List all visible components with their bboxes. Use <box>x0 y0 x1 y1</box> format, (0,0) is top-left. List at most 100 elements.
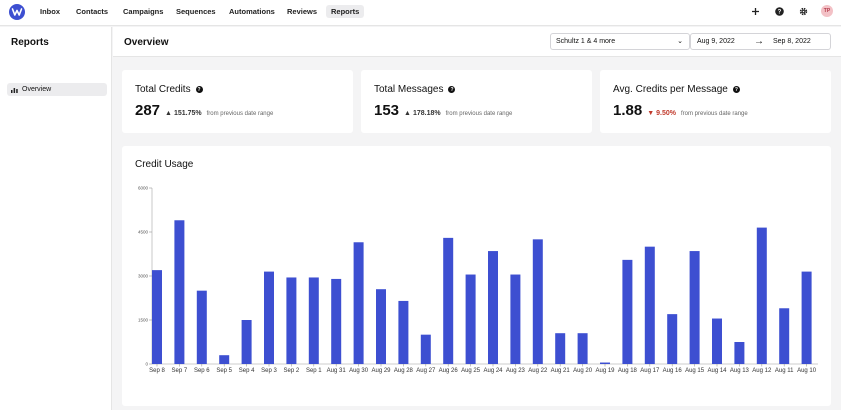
x-tick-label: Aug 25 <box>461 368 481 374</box>
x-tick-label: Aug 13 <box>730 368 750 374</box>
nav-automations[interactable]: Automations <box>224 5 280 18</box>
x-tick-label: Aug 16 <box>663 368 683 374</box>
chart-bar <box>420 334 431 364</box>
chart-bar <box>734 342 745 364</box>
x-tick-label: Sep 2 <box>284 368 300 374</box>
stat-row: 153 ▲ 178.18% from previous date range <box>374 102 512 119</box>
stat-row: 1.88 ▼ 9.50% from previous date range <box>613 102 748 119</box>
app-logo-icon[interactable] <box>9 4 25 20</box>
x-tick-label: Aug 17 <box>640 368 660 374</box>
stat-change: ▼ 9.50% <box>647 110 676 117</box>
chart-bar <box>532 239 543 364</box>
chart-bar <box>174 220 185 364</box>
nav-inbox[interactable]: Inbox <box>35 5 65 18</box>
x-tick-label: Aug 11 <box>775 368 794 374</box>
triangle-down-icon: ▼ <box>647 110 655 117</box>
stat-card-total-messages: Total Messages ? 153 ▲ 178.18% from prev… <box>361 70 592 133</box>
chevron-down-icon: ⌄ <box>677 38 683 45</box>
stat-card-title: Total Credits ? <box>135 84 203 95</box>
x-tick-label: Aug 27 <box>416 368 436 374</box>
credit-usage-chart-card: Credit Usage 6000 4500 3000 1500 0 Sep 8 Sep 7… <box>122 146 831 406</box>
x-tick-label: Sep 8 <box>149 368 165 374</box>
location-select[interactable]: Schultz 1 & 4 more ⌄ <box>550 33 690 50</box>
chart-bar <box>577 333 588 364</box>
nav-reviews[interactable]: Reviews <box>282 5 322 18</box>
triangle-up-icon: ▲ <box>165 110 172 117</box>
chart-bar <box>286 277 297 364</box>
chart-bar <box>667 314 678 364</box>
chart-bar <box>600 362 610 364</box>
x-tick-label: Aug 20 <box>573 368 593 374</box>
x-tick-label: Aug 10 <box>797 368 817 374</box>
stat-note: from previous date range <box>681 111 748 117</box>
stat-row: 287 ▲ 151.75% from previous date range <box>135 102 273 119</box>
date-to[interactable]: Sep 8, 2022 <box>773 38 811 45</box>
x-tick-label: Aug 21 <box>551 368 571 374</box>
sidebar-title: Reports <box>11 37 49 48</box>
stat-value: 153 <box>374 102 400 119</box>
nav-icon-group: ? TP <box>749 5 833 17</box>
stat-change-value: 178.18% <box>412 110 441 117</box>
help-icon[interactable]: ? <box>448 86 456 93</box>
stat-note: from previous date range <box>445 111 513 117</box>
stat-note: from previous date range <box>206 111 274 117</box>
gear-icon[interactable] <box>797 5 809 17</box>
sidebar: Reports Overview <box>0 27 112 410</box>
y-tick-label: 3000 <box>138 274 149 279</box>
svg-text:?: ? <box>777 9 781 15</box>
sidebar-item-overview[interactable]: Overview <box>7 83 107 96</box>
stat-card-total-credits: Total Credits ? 287 ▲ 151.75% from previ… <box>122 70 353 133</box>
nav-reports[interactable]: Reports <box>326 5 365 18</box>
chart-bar <box>219 355 230 364</box>
x-tick-label: Aug 24 <box>483 368 503 374</box>
x-tick-label: Aug 23 <box>506 368 526 374</box>
chart-bar <box>353 242 364 364</box>
y-tick-label: 0 <box>145 362 148 367</box>
stat-card-title: Total Messages ? <box>374 84 456 95</box>
stat-title-text: Total Messages <box>374 84 444 95</box>
stat-value: 1.88 <box>613 102 643 119</box>
plus-icon[interactable] <box>749 5 761 17</box>
y-tick-label: 6000 <box>138 186 149 191</box>
x-tick-label: Aug 29 <box>371 368 391 374</box>
date-range-picker[interactable]: Aug 9, 2022 → Sep 8, 2022 <box>690 33 831 50</box>
y-tick-label: 1500 <box>138 318 149 323</box>
location-select-value: Schultz 1 & 4 more <box>556 38 616 45</box>
chart-bar <box>308 277 319 364</box>
x-tick-label: Sep 5 <box>216 368 232 374</box>
triangle-up-icon: ▲ <box>404 110 411 117</box>
x-tick-label: Aug 14 <box>707 368 727 374</box>
chart-bar <box>779 308 790 364</box>
x-tick-label: Aug 15 <box>685 368 705 374</box>
stat-value: 287 <box>135 102 161 119</box>
stat-change: ▲ 178.18% <box>404 110 441 117</box>
nav-campaigns[interactable]: Campaigns <box>118 5 168 18</box>
chart-bar <box>331 278 342 364</box>
help-icon[interactable]: ? <box>773 5 785 17</box>
credit-usage-chart: 6000 4500 3000 1500 0Sep 8 Sep 7 Sep 6 Sep 5 Sep… <box>138 186 818 374</box>
chart-bar <box>689 251 700 364</box>
chart-bar <box>152 270 162 364</box>
avatar[interactable]: TP <box>821 5 833 17</box>
stat-change-value: 151.75% <box>173 110 202 117</box>
nav-contacts[interactable]: Contacts <box>71 5 113 18</box>
chart-bar <box>712 318 722 364</box>
nav-sequences[interactable]: Sequences <box>171 5 221 18</box>
help-icon[interactable]: ? <box>195 86 203 93</box>
stat-card-avg-credits: Avg. Credits per Message ? 1.88 ▼ 9.50% … <box>600 70 831 133</box>
chart-bar <box>622 259 633 364</box>
stat-change-value: 9.50% <box>656 110 676 117</box>
x-tick-label: Aug 22 <box>528 368 548 374</box>
x-tick-label: Sep 3 <box>261 368 277 374</box>
chart-bar <box>644 246 655 364</box>
sidebar-item-label: Overview <box>22 86 52 93</box>
page-title: Overview <box>124 37 169 48</box>
x-tick-label: Sep 4 <box>239 368 255 374</box>
x-tick-label: Sep 1 <box>306 368 322 374</box>
date-from[interactable]: Aug 9, 2022 <box>697 38 735 45</box>
help-icon[interactable]: ? <box>732 86 740 93</box>
x-tick-label: Aug 12 <box>752 368 772 374</box>
stat-card-title: Avg. Credits per Message ? <box>613 84 740 95</box>
chart-bar <box>264 271 274 364</box>
chart-bar <box>241 320 252 364</box>
